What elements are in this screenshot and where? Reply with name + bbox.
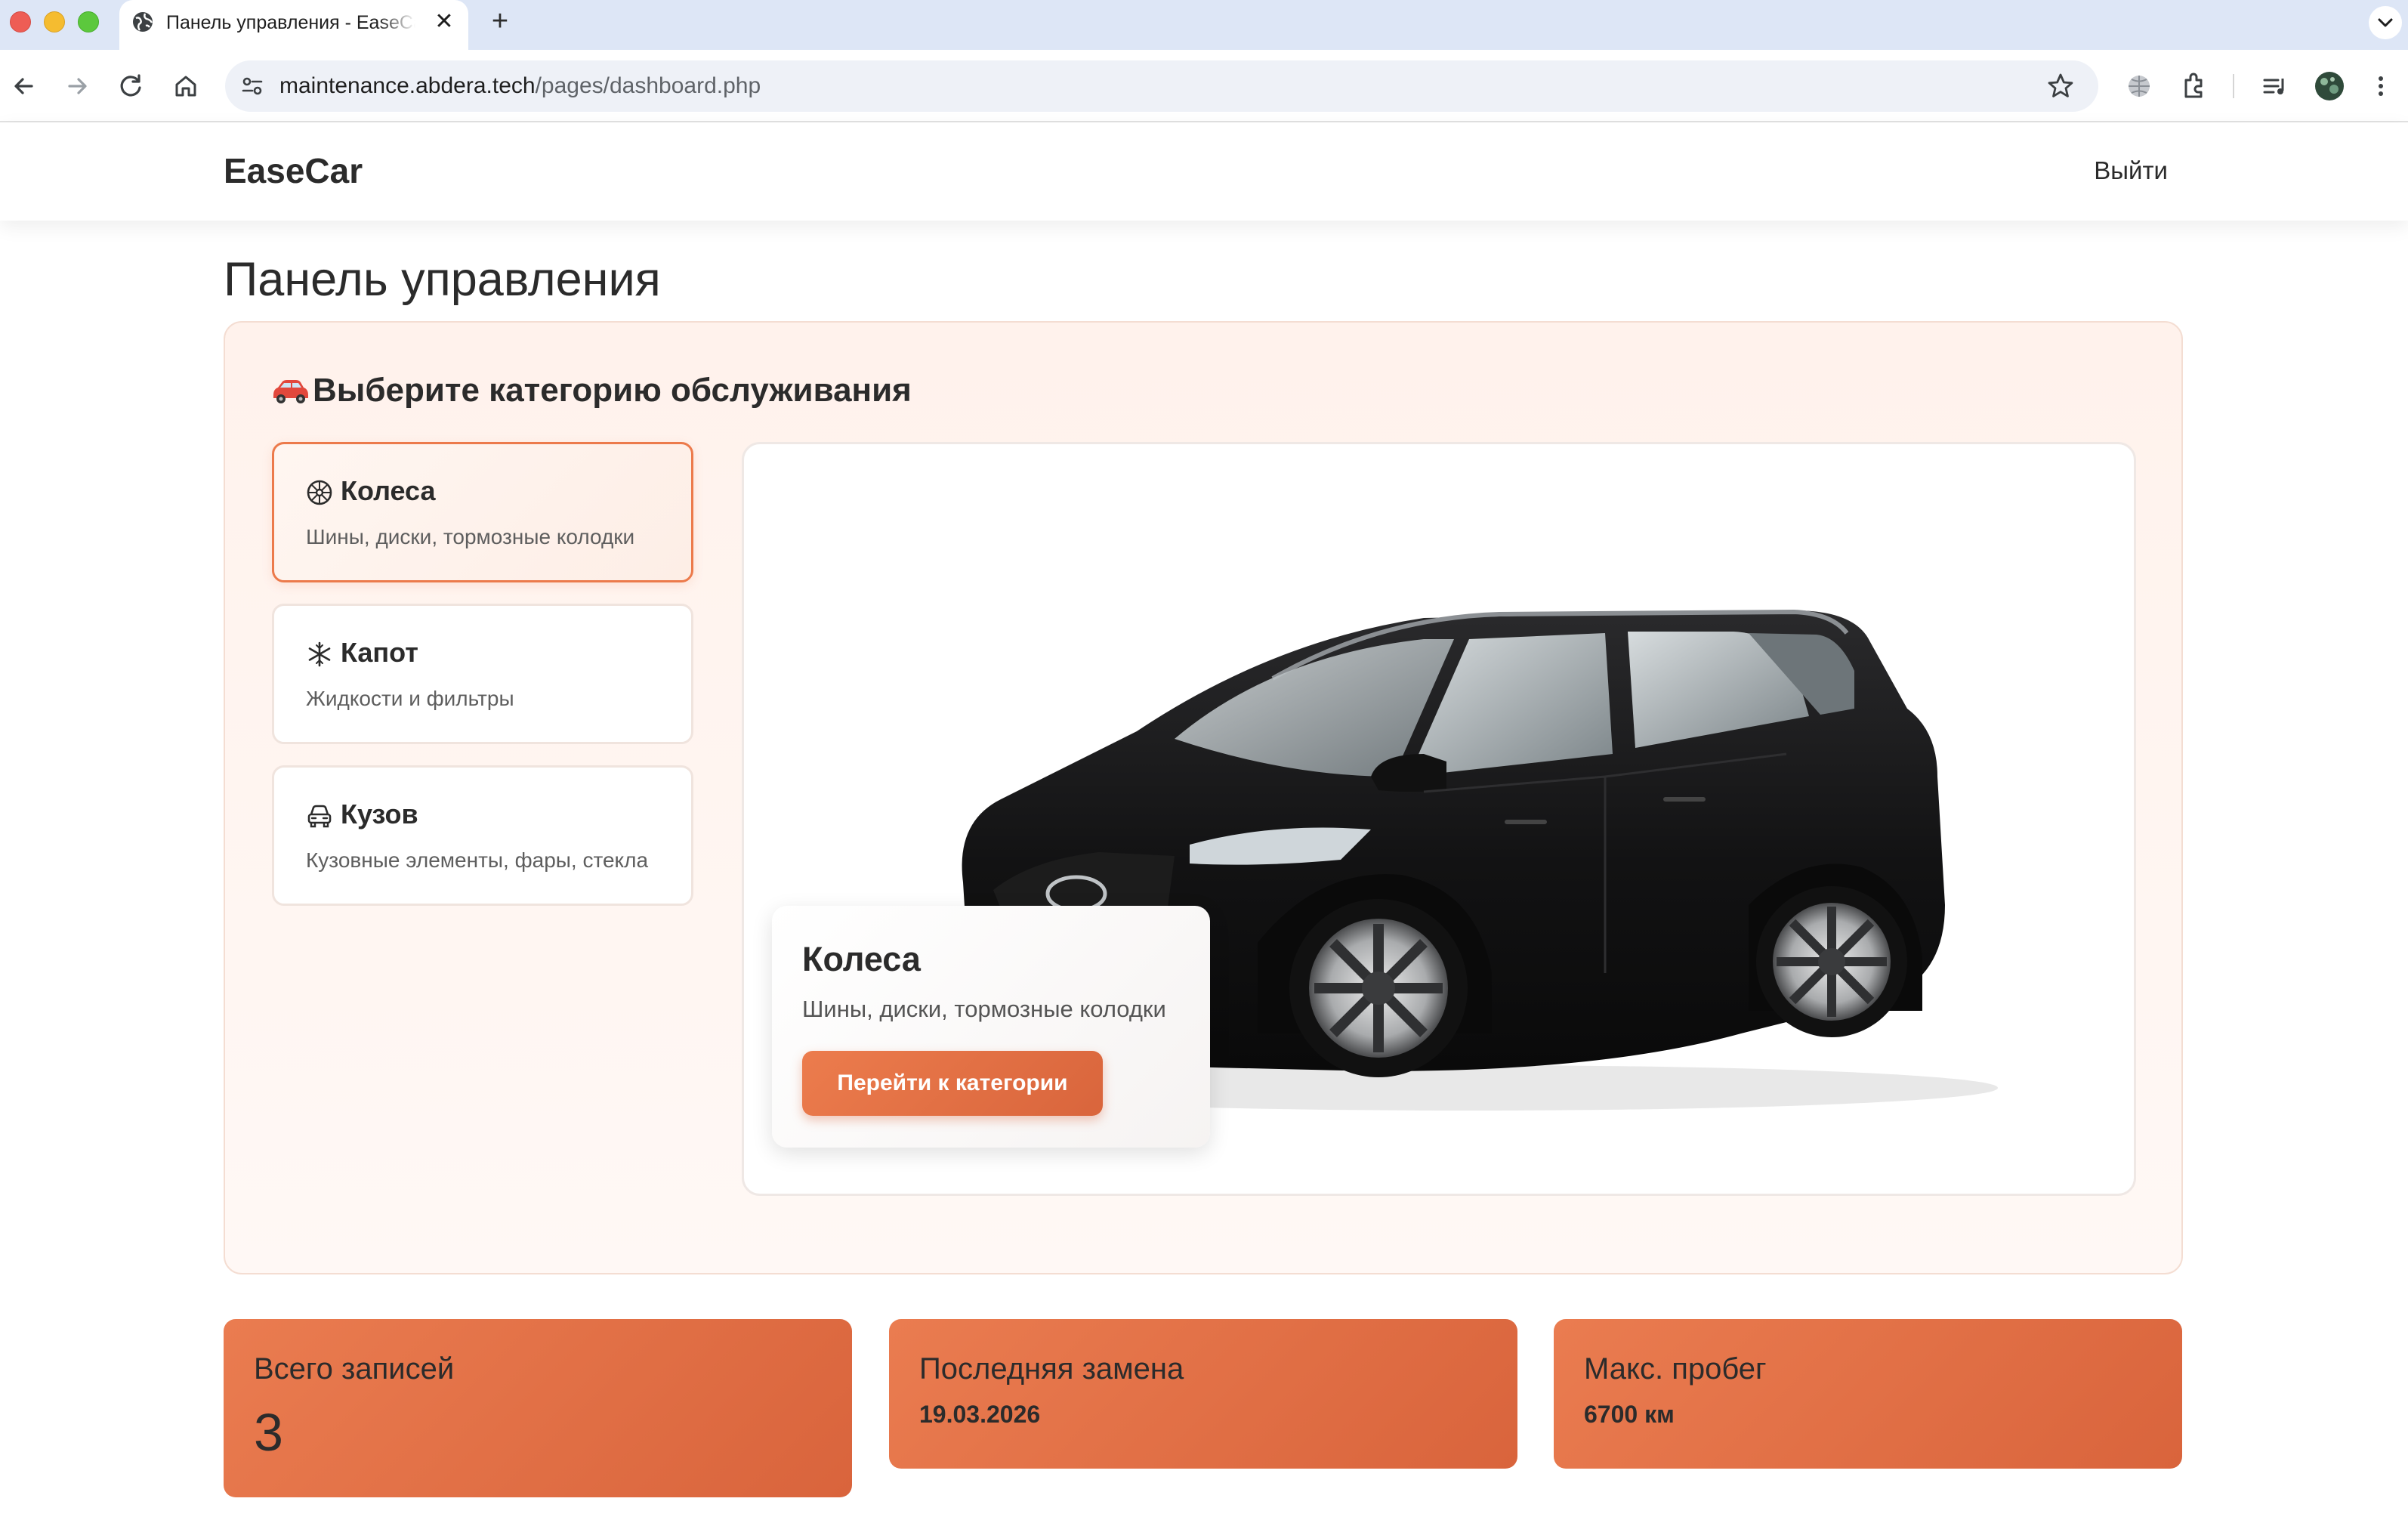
snowflake-icon: [308, 641, 331, 667]
toolbar-divider: [2233, 74, 2234, 98]
wheel-icon: [307, 480, 332, 505]
stat-card-max-mileage: Макс. пробег 6700 км: [1554, 1319, 2182, 1469]
media-controls-icon[interactable]: [2257, 68, 2293, 104]
chevron-down-icon: [2378, 18, 2393, 27]
address-bar[interactable]: maintenance.abdera.tech/pages/dashboard.…: [225, 60, 2098, 112]
back-arrow-icon[interactable]: [6, 68, 42, 104]
panel-title-text: Выберите категорию обслуживания: [313, 372, 912, 409]
stat-card-last-replacement: Последняя замена 19.03.2026: [889, 1319, 1517, 1469]
category-panel: Выберите категорию обслуживания Колеса Ш…: [224, 321, 2183, 1274]
car-body-icon: [307, 805, 332, 828]
new-tab-button[interactable]: +: [485, 6, 515, 36]
category-description: Кузовные элементы, фары, стекла: [306, 848, 649, 872]
bookmark-star-icon[interactable]: [2045, 71, 2076, 101]
category-card-body[interactable]: Кузов Кузовные элементы, фары, стекла: [272, 765, 693, 906]
category-name: Колеса: [341, 475, 436, 506]
category-card-hood[interactable]: Капот Жидкости и фильтры: [272, 604, 693, 744]
url-domain: maintenance.abdera.tech: [279, 73, 536, 98]
site-logo[interactable]: EaseCar: [224, 150, 363, 192]
site-header: EaseCar Выйти: [0, 122, 2408, 221]
site-settings-icon[interactable]: [240, 74, 264, 98]
stat-label: Макс. пробег: [1584, 1352, 1767, 1386]
browser-tab-bar: Панель управления - EaseCar ✕ +: [0, 0, 2408, 50]
stat-value: 3: [254, 1403, 283, 1462]
page-title: Панель управления: [224, 253, 661, 306]
selected-category-title: Колеса: [802, 940, 921, 978]
category-description: Шины, диски, тормозные колодки: [306, 525, 635, 548]
category-name: Капот: [341, 637, 418, 668]
panel-title: Выберите категорию обслуживания: [269, 368, 912, 413]
tab-close-icon[interactable]: ✕: [431, 8, 458, 36]
window-minimize-button[interactable]: [44, 11, 65, 32]
window-maximize-button[interactable]: [78, 11, 99, 32]
stat-label: Всего записей: [254, 1352, 455, 1386]
selected-category-description: Шины, диски, тормозные колодки: [802, 996, 1166, 1022]
stat-value: 6700 км: [1584, 1401, 1675, 1428]
url-text: maintenance.abdera.tech/pages/dashboard.…: [279, 72, 761, 100]
tab-search-button[interactable]: [2369, 6, 2402, 39]
category-description: Жидкости и фильтры: [306, 687, 514, 710]
logout-link[interactable]: Выйти: [2062, 153, 2168, 189]
category-name: Кузов: [341, 799, 418, 830]
selected-category-card: Колеса Шины, диски, тормозные колодки Пе…: [772, 906, 1210, 1148]
car-emoji-icon: [273, 380, 308, 403]
go-to-category-button[interactable]: Перейти к категории: [802, 1051, 1103, 1116]
category-card-wheels[interactable]: Колеса Шины, диски, тормозные колодки: [272, 442, 693, 582]
globe-icon: [133, 12, 153, 32]
reload-icon[interactable]: [113, 68, 150, 104]
tab-title: Панель управления - EaseCar: [166, 12, 415, 33]
stat-label: Последняя замена: [919, 1352, 1184, 1386]
profile-avatar-icon[interactable]: [2311, 68, 2348, 104]
browser-toolbar: maintenance.abdera.tech/pages/dashboard.…: [0, 50, 2408, 122]
translate-icon[interactable]: [2121, 68, 2157, 104]
forward-arrow-icon[interactable]: [59, 68, 95, 104]
home-icon[interactable]: [168, 68, 204, 104]
extensions-icon[interactable]: [2175, 68, 2212, 104]
browser-menu-icon[interactable]: [2363, 68, 2399, 104]
window-close-button[interactable]: [10, 11, 31, 32]
url-path: /pages/dashboard.php: [535, 73, 761, 98]
stat-value: 19.03.2026: [919, 1401, 1041, 1428]
browser-tab-active[interactable]: Панель управления - EaseCar ✕: [119, 0, 468, 50]
stat-card-total-records: Всего записей 3: [224, 1319, 852, 1497]
